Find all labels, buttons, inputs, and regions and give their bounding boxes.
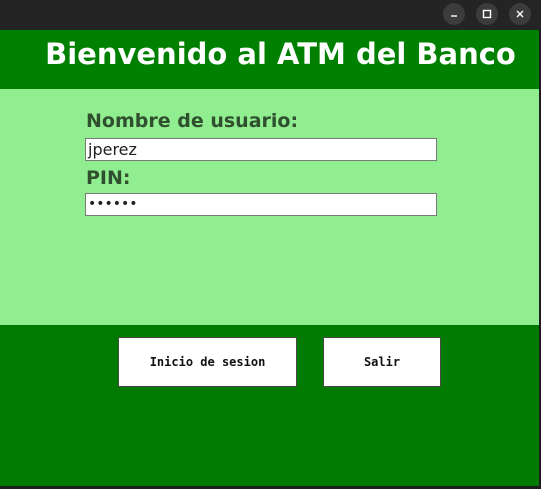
atm-window: Bienvenido al ATM del Banco Nombre de us…: [0, 0, 541, 489]
close-button[interactable]: [509, 3, 531, 25]
pin-field[interactable]: ••••••: [85, 193, 437, 216]
title-bar: [0, 0, 541, 30]
minimize-button[interactable]: [443, 3, 465, 25]
close-icon: [516, 10, 524, 18]
actions-panel: Inicio de sesion Salir: [0, 325, 539, 486]
maximize-icon: [482, 9, 492, 19]
login-form: Nombre de usuario: jperez PIN: ••••••: [0, 89, 539, 325]
username-label: Nombre de usuario:: [86, 110, 299, 132]
maximize-button[interactable]: [476, 3, 498, 25]
username-field[interactable]: jperez: [85, 138, 437, 161]
login-button[interactable]: Inicio de sesion: [118, 337, 297, 387]
welcome-header: Bienvenido al ATM del Banco: [0, 30, 539, 89]
page-title: Bienvenido al ATM del Banco: [45, 37, 516, 71]
pin-label: PIN:: [86, 167, 131, 189]
minimize-icon: [451, 15, 457, 17]
exit-button[interactable]: Salir: [323, 337, 441, 387]
